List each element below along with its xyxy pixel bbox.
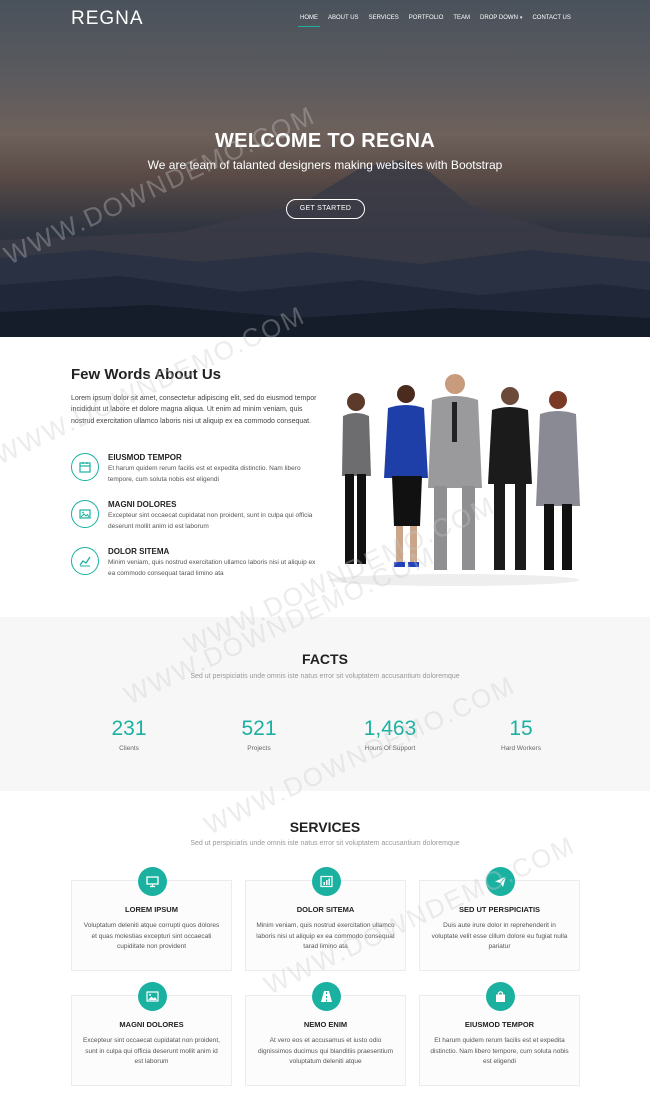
about-title: Few Words About Us [71, 366, 221, 383]
feature-desc: Et harum quidem rerum facilis est et exp… [108, 465, 301, 483]
hero-section: REGNA HOME ABOUT US SERVICES PORTFOLIO T… [0, 0, 650, 337]
stat-label: Clients [119, 745, 139, 752]
nav-contact-us[interactable]: CONTACT US [532, 15, 570, 26]
image-icon [71, 500, 99, 528]
person-figure [488, 387, 532, 570]
stat-hours-of-support: 1,463 Hours Of Support [330, 717, 450, 752]
calendar-icon [71, 453, 99, 481]
stat-label: Hours Of Support [364, 745, 416, 752]
service-title: MAGNI DOLORES [119, 1020, 184, 1029]
nav-about-us[interactable]: ABOUT US [328, 15, 359, 26]
service-card[interactable]: DOLOR SITEMA Minim veniam, quis nostrud … [245, 867, 406, 971]
service-card[interactable]: LOREM IPSUM Voluptatum deleniti atque co… [71, 867, 232, 971]
services-title: SERVICES [289, 819, 361, 835]
nav-drop-down[interactable]: DROP DOWN ▾ [480, 15, 522, 26]
stat-hard-workers: 15 Hard Workers [461, 717, 581, 752]
service-card[interactable]: SED UT PERSPICIATIS Duis aute irure dolo… [419, 867, 580, 971]
stat-value: 1,463 [363, 717, 417, 740]
feature-title: DOLOR SITEMA [108, 547, 170, 556]
person-figure [536, 391, 580, 570]
service-desc: Voluptatum deleniti atque corrupti quos … [83, 922, 220, 950]
stat-label: Hard Workers [501, 745, 541, 752]
nav-drop-down-label: DROP DOWN [480, 15, 518, 21]
service-desc: Et harum quidem rerum facilis est et exp… [430, 1037, 569, 1065]
person-figure [342, 393, 371, 564]
nav-portfolio[interactable]: PORTFOLIO [409, 15, 444, 26]
service-card[interactable]: NEMO ENIM At vero eos et accusamus et iu… [245, 982, 406, 1086]
hero-subtitle: We are team of talanted designers making… [147, 158, 503, 172]
stat-value: 15 [509, 717, 533, 740]
feature-desc: Excepteur sint occaecat cupidatat non pr… [108, 512, 313, 530]
feature-item: EIUSMOD TEMPOR Et harum quidem rerum fac… [71, 453, 321, 493]
service-desc: Duis aute irure dolor in reprehenderit i… [431, 922, 568, 950]
feature-title: MAGNI DOLORES [108, 500, 177, 509]
hero-title: WELCOME TO REGNA [215, 130, 435, 152]
shopping-bag-icon [486, 982, 515, 1011]
desktop-icon [138, 867, 167, 896]
service-desc: At vero eos et accusamus et iusto odio d… [257, 1037, 394, 1065]
facts-section: FACTS Sed ut perspiciatis unde omnis ist… [0, 617, 650, 791]
nav-services[interactable]: SERVICES [369, 15, 399, 26]
bar-chart-icon [312, 867, 341, 896]
feature-title: EIUSMOD TEMPOR [108, 453, 182, 462]
main-nav: HOME ABOUT US SERVICES PORTFOLIO TEAM DR… [298, 15, 581, 27]
stat-value: 231 [111, 717, 147, 740]
road-icon [312, 982, 341, 1011]
service-desc: Excepteur sint occaecat cupidatat non pr… [83, 1037, 220, 1065]
facts-title: FACTS [302, 651, 348, 667]
service-title: EIUSMOD TEMPOR [464, 1020, 535, 1029]
about-text: Lorem ipsum dolor sit amet, consectetur … [71, 395, 317, 425]
service-card[interactable]: EIUSMOD TEMPOR Et harum quidem rerum fac… [419, 982, 580, 1086]
services-subtitle: Sed ut perspiciatis unde omnis iste natu… [190, 840, 460, 847]
stat-value: 521 [241, 717, 277, 740]
stat-projects: 521 Projects [199, 717, 319, 752]
feature-item: MAGNI DOLORES Excepteur sint occaecat cu… [71, 500, 321, 540]
service-card[interactable]: MAGNI DOLORES Excepteur sint occaecat cu… [71, 982, 232, 1086]
service-title: NEMO ENIM [303, 1020, 348, 1029]
paper-plane-icon [486, 867, 515, 896]
chart-icon [71, 547, 99, 575]
stat-label: Projects [247, 745, 271, 752]
get-started-button[interactable]: GET STARTED [286, 199, 365, 219]
services-section: SERVICES Sed ut perspiciatis unde omnis … [0, 791, 650, 1114]
image-icon [138, 982, 167, 1011]
feature-desc: Minim veniam, quis nostrud exercitation … [108, 559, 316, 577]
service-title: LOREM IPSUM [125, 905, 178, 914]
person-figure [384, 385, 428, 567]
service-desc: Minim veniam, quis nostrud exercitation … [256, 922, 395, 950]
facts-subtitle: Sed ut perspiciatis unde omnis iste natu… [190, 673, 460, 680]
nav-home[interactable]: HOME [298, 15, 320, 27]
stat-clients: 231 Clients [69, 717, 189, 752]
feature-item: DOLOR SITEMA Minim veniam, quis nostrud … [71, 547, 321, 587]
site-logo[interactable]: REGNA [71, 8, 144, 30]
team-photo [329, 374, 580, 586]
nav-team[interactable]: TEAM [453, 15, 470, 26]
service-title: SED UT PERSPICIATIS [458, 905, 541, 914]
chevron-down-icon: ▾ [519, 15, 523, 21]
person-figure [428, 374, 482, 570]
service-title: DOLOR SITEMA [296, 905, 355, 914]
